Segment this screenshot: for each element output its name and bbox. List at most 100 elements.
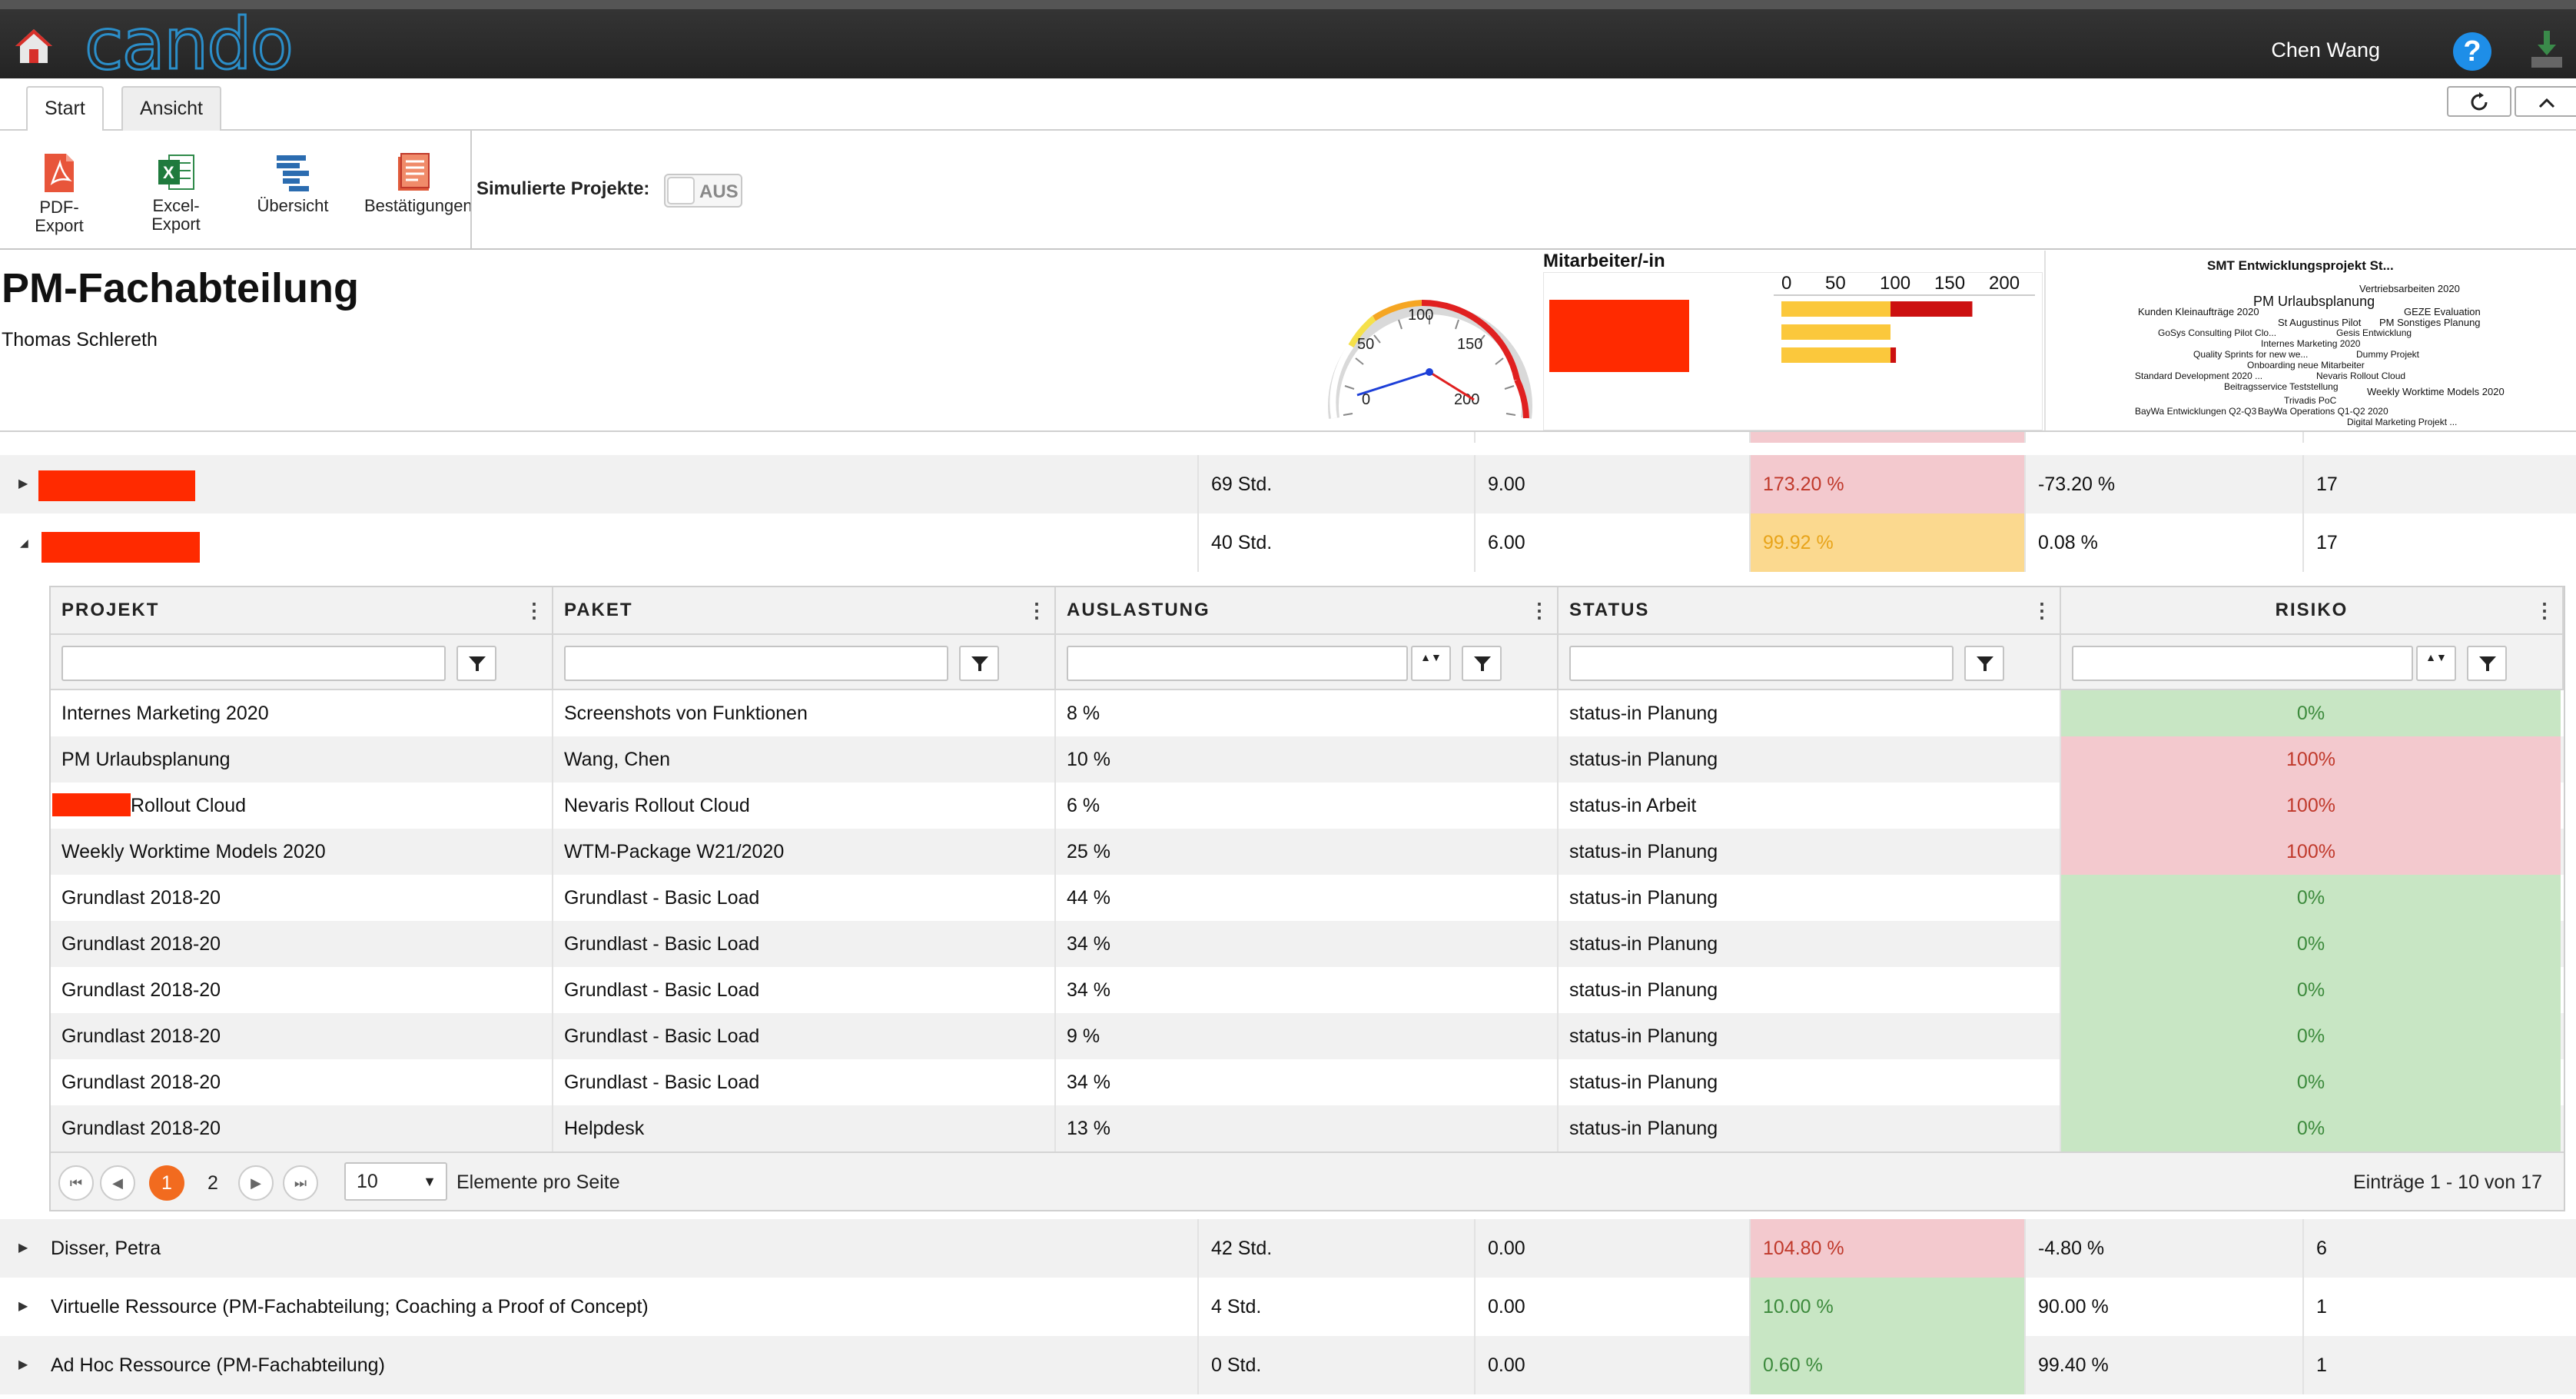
filter-input-risiko[interactable]: [2072, 646, 2413, 681]
table-row[interactable]: Grundlast 2018-20 Grundlast - Basic Load 9…: [51, 1013, 2564, 1059]
column-header-projekt[interactable]: PROJEKT ⋮: [51, 587, 553, 635]
first-page-button[interactable]: ⏮: [58, 1165, 94, 1201]
column-header-paket[interactable]: PAKET ⋮: [553, 587, 1056, 635]
expand-icon[interactable]: ▶: [18, 455, 28, 513]
filter-input-paket[interactable]: [564, 646, 948, 681]
column-menu-icon[interactable]: ⋮: [1529, 587, 1549, 633]
column-header-label: AUSLASTUNG: [1067, 600, 1210, 620]
word-cloud-term[interactable]: Trivadis PoC: [2284, 395, 2336, 406]
resource-row[interactable]: ▶ Disser, Petra 42 Std. 0.00 104.80 % -4.80 %…: [0, 1219, 2576, 1278]
expand-icon[interactable]: ▶: [18, 1336, 28, 1394]
pdf-export-button[interactable]: PDF- Export: [25, 152, 94, 235]
cell-projekt: Grundlast 2018-20: [51, 1059, 553, 1105]
resource-row[interactable]: ◢ 40 Std. 6.00 99.92 % 0.08 % 17: [0, 513, 2576, 572]
next-page-button[interactable]: ▶: [238, 1165, 274, 1201]
prev-page-button[interactable]: ◀: [100, 1165, 135, 1201]
help-icon[interactable]: ?: [2453, 32, 2491, 71]
table-row[interactable]: PM Urlaubsplanung Wang, Chen 10 % status-in…: [51, 736, 2564, 783]
spinner-icon[interactable]: ▲▼: [1411, 646, 1451, 681]
filter-button[interactable]: [456, 646, 496, 681]
table-row[interactable]: Weekly Worktime Models 2020 WTM-Package W…: [51, 829, 2564, 875]
cell-risiko: 100%: [2061, 783, 2561, 829]
word-cloud-term[interactable]: SMT Entwicklungsprojekt St...: [2207, 258, 2394, 274]
column-menu-icon[interactable]: ⋮: [2535, 587, 2554, 633]
collapse-icon[interactable]: ◢: [20, 513, 28, 572]
cell-text: Grundlast - Basic Load: [564, 1025, 760, 1047]
cell-paket: Nevaris Rollout Cloud: [553, 783, 1056, 829]
page-2-button[interactable]: 2: [195, 1165, 231, 1201]
word-cloud-term[interactable]: PM Urlaubsplanung: [2253, 294, 2375, 310]
table-row[interactable]: Internes Marketing 2020 Screenshots von F…: [51, 690, 2564, 736]
filter-button[interactable]: [1462, 646, 1502, 681]
cell-text: Grundlast 2018-20: [61, 1072, 221, 1093]
overview-button[interactable]: Übersicht: [251, 152, 335, 215]
tab-ansicht[interactable]: Ansicht: [121, 86, 221, 131]
word-cloud-term[interactable]: Dummy Projekt: [2356, 349, 2419, 360]
word-cloud-term[interactable]: BayWa Entwicklungen Q2-Q3: [2135, 406, 2256, 417]
column-menu-icon[interactable]: ⋮: [524, 587, 544, 633]
cell-risiko: 0%: [2061, 1013, 2561, 1059]
word-cloud-term[interactable]: GoSys Consulting Pilot Clo...: [2158, 327, 2276, 338]
collapse-ribbon-button[interactable]: [2515, 86, 2576, 117]
cell-text: Grundlast 2018-20: [61, 887, 221, 909]
simulated-projects-toggle[interactable]: AUS: [664, 174, 742, 208]
resource-row[interactable]: ▶ Ad Hoc Ressource (PM-Fachabteilung) 0 St…: [0, 1336, 2576, 1394]
home-icon[interactable]: [14, 26, 54, 66]
filter-input-status[interactable]: [1569, 646, 1954, 681]
table-row[interactable]: Rollout Cloud Nevaris Rollout Cloud 6 % sta…: [51, 783, 2564, 829]
filter-button[interactable]: [1964, 646, 2004, 681]
cell-text: status-in Planung: [1569, 1072, 1718, 1093]
resource-count: 6: [2316, 1238, 2327, 1259]
tab-start[interactable]: Start: [26, 86, 104, 132]
word-cloud-term[interactable]: PM Sonstiges Planung: [2379, 317, 2481, 328]
confirmations-button[interactable]: Bestätigungen: [364, 152, 473, 215]
filter-input-auslastung[interactable]: [1067, 646, 1408, 681]
resource-row[interactable]: ▶ Virtuelle Ressource (PM-Fachabteilung; …: [0, 1278, 2576, 1336]
column-menu-icon[interactable]: ⋮: [2032, 587, 2052, 633]
expand-icon[interactable]: ▶: [18, 1219, 28, 1278]
resource-hours: 40 Std.: [1197, 513, 1476, 572]
resource-load: 10.00 %: [1751, 1278, 2026, 1336]
page-size-select[interactable]: 10 ▼: [344, 1162, 447, 1201]
excel-export-button[interactable]: X Excel- Export: [141, 152, 211, 234]
table-row[interactable]: Grundlast 2018-20 Helpdesk 13 % status-in P…: [51, 1105, 2564, 1151]
word-cloud-term[interactable]: Kunden Kleinaufträge 2020: [2138, 306, 2259, 317]
cell-paket: Grundlast - Basic Load: [553, 1059, 1056, 1105]
column-header-risiko[interactable]: RISIKO ⋮: [2061, 587, 2564, 635]
page-1-button[interactable]: 1: [149, 1165, 184, 1201]
spinner-icon[interactable]: ▲▼: [2416, 646, 2456, 681]
cell-auslastung: 25 %: [1056, 829, 1559, 875]
refresh-button[interactable]: [2447, 86, 2511, 117]
column-header-auslastung[interactable]: AUSLASTUNG ⋮: [1056, 587, 1559, 635]
table-row[interactable]: Grundlast 2018-20 Grundlast - Basic Load 4…: [51, 875, 2564, 921]
cell-projekt: Internes Marketing 2020: [51, 690, 553, 736]
table-row[interactable]: Grundlast 2018-20 Grundlast - Basic Load 3…: [51, 921, 2564, 967]
last-page-button[interactable]: ⏭: [283, 1165, 318, 1201]
filter-button[interactable]: [959, 646, 999, 681]
expand-icon[interactable]: ▶: [18, 1278, 28, 1336]
word-cloud-term[interactable]: Internes Marketing 2020: [2261, 338, 2360, 349]
download-icon[interactable]: [2525, 28, 2568, 74]
word-cloud-term[interactable]: Weekly Worktime Models 2020: [2367, 386, 2505, 397]
word-cloud-term[interactable]: Vertriebsarbeiten 2020: [2359, 283, 2460, 294]
word-cloud-term[interactable]: Quality Sprints for new we...: [2193, 349, 2308, 360]
word-cloud-term[interactable]: BayWa Operations Q1-Q2 2020: [2258, 406, 2388, 417]
column-header-status[interactable]: STATUS ⋮: [1559, 587, 2061, 635]
word-cloud-term[interactable]: Standard Development 2020 ...: [2135, 371, 2262, 381]
word-cloud-term[interactable]: Onboarding neue Mitarbeiter: [2247, 360, 2365, 371]
word-cloud-term[interactable]: St Augustinus Pilot: [2278, 317, 2361, 328]
cell-text: 13 %: [1067, 1118, 1110, 1139]
column-menu-icon[interactable]: ⋮: [1027, 587, 1047, 633]
word-cloud-term[interactable]: Nevaris Rollout Cloud: [2316, 371, 2405, 381]
filter-input-projekt[interactable]: [61, 646, 446, 681]
word-cloud-term[interactable]: GEZE Evaluation: [2404, 306, 2481, 317]
filter-button[interactable]: [2467, 646, 2507, 681]
table-row[interactable]: Grundlast 2018-20 Grundlast - Basic Load 3…: [51, 967, 2564, 1013]
table-row[interactable]: Grundlast 2018-20 Grundlast - Basic Load 3…: [51, 1059, 2564, 1105]
resource-row[interactable]: ▶ 69 Std. 9.00 173.20 % -73.20 % 17: [0, 455, 2576, 513]
word-cloud-term[interactable]: Gesis Entwicklung: [2336, 327, 2412, 338]
word-cloud-term[interactable]: Beitragsservice Teststellung: [2224, 381, 2339, 392]
user-name[interactable]: Chen Wang: [2271, 38, 2380, 62]
word-cloud-term[interactable]: Digital Marketing Projekt ...: [2347, 417, 2457, 427]
redacted-name: [38, 470, 195, 501]
